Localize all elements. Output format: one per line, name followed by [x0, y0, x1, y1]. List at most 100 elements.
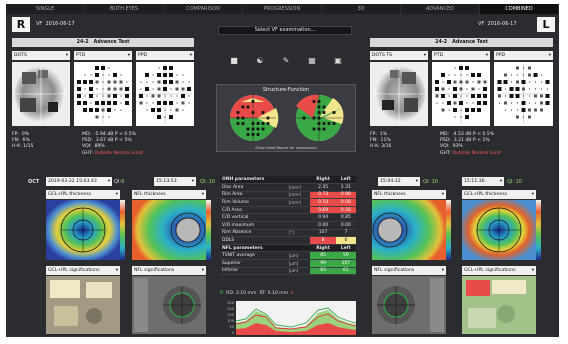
vf-point — [140, 81, 142, 83]
vf-point — [483, 87, 487, 91]
thickness-scale-4 — [536, 200, 541, 260]
vf-point — [521, 101, 526, 105]
vf-point — [521, 108, 526, 112]
vf-label-right: VF 2016-06-17 — [478, 21, 517, 27]
vf-point — [465, 66, 469, 70]
map-select-3[interactable]: NFL thickness — [372, 190, 446, 199]
vf-point — [120, 109, 122, 111]
onh-cell-l: 6 — [335, 236, 356, 245]
tab-combined[interactable]: COMBINED — [480, 4, 559, 14]
vf-date-left: 2016-06-17 — [45, 21, 75, 27]
profile-l-label: L — [291, 291, 294, 296]
dots-dropdown-right[interactable]: DOTS TS — [370, 51, 428, 60]
tab-3d[interactable]: 3D — [322, 4, 401, 14]
scan-time-right-a[interactable]: 15:04:32 — [378, 177, 420, 186]
sf-point — [246, 105, 250, 109]
vf-point — [504, 88, 507, 90]
vf-point — [187, 87, 191, 91]
sig-select-3[interactable]: NFL significations — [372, 266, 446, 275]
sf-point — [327, 122, 331, 125]
screen-icon[interactable]: ▣ — [333, 56, 343, 66]
onh-cell-l: 59 — [335, 251, 356, 261]
vf-point — [545, 101, 550, 105]
vf-point — [497, 80, 502, 84]
vf-point — [540, 94, 543, 98]
vf-point — [533, 73, 538, 77]
ptd-dropdown-right[interactable]: PTD — [432, 51, 490, 60]
vf-point — [471, 73, 475, 77]
vf-label-left: VF 2016-06-17 — [36, 21, 75, 27]
onh-cell-r: 0.00 — [310, 221, 336, 230]
tab-both-eyes[interactable]: BOTH EYES — [85, 4, 164, 14]
nfl-header-cell: Right — [310, 244, 336, 253]
profile-rd: RD: 3.10 mm — [226, 291, 257, 296]
oct-date-dropdown[interactable]: 2019-03-22 15:03:43 — [46, 177, 112, 186]
profile-y-axis: 250 200 150 100 50 0 — [220, 300, 234, 336]
vf-point — [157, 73, 161, 77]
sf-point — [322, 122, 326, 125]
edit-icon[interactable]: ✎ — [281, 56, 291, 66]
vf-point — [84, 74, 86, 76]
tab-comparison[interactable]: COMPARISON — [164, 4, 243, 14]
vf-point — [89, 80, 93, 84]
onh-cell-r: 107 — [310, 229, 336, 238]
ql-label: Ql: — [114, 179, 122, 185]
nfl-header-cell: Left — [335, 244, 356, 253]
vf-point — [102, 74, 104, 76]
vf-point — [102, 116, 104, 118]
map-select-2[interactable]: NFL thickness — [132, 190, 206, 199]
scan-time-left[interactable]: 15:13:53 — [154, 177, 196, 186]
sf-point — [302, 116, 306, 120]
map-select-4[interactable]: GCL+IPL thickness — [462, 190, 536, 199]
vf-point — [453, 80, 457, 84]
sig-select-2[interactable]: NFL significations — [132, 266, 206, 275]
vf-point — [182, 74, 184, 76]
tree-icon[interactable]: ☯ — [255, 56, 265, 66]
sf-point — [241, 116, 245, 120]
vf-point — [164, 109, 166, 111]
scan-time-right-b[interactable]: 15:11:36 — [462, 177, 504, 186]
dots-dropdown-left[interactable]: DOTS — [12, 51, 70, 60]
oct-label: OCT — [28, 179, 40, 185]
vf-point — [534, 94, 537, 98]
vf-point — [126, 81, 128, 83]
vf-point — [516, 102, 519, 104]
sf-point — [251, 100, 255, 103]
select-vf-button[interactable]: Select VF examination... — [218, 26, 352, 35]
ppd-dropdown-left[interactable]: PPD — [136, 51, 194, 60]
vf-point — [510, 74, 513, 76]
grid-icon[interactable]: ▦ — [307, 56, 317, 66]
vf-point — [113, 80, 117, 84]
vf-point — [119, 80, 123, 84]
vf-point — [102, 81, 104, 83]
vf-point — [515, 94, 520, 98]
nfl-header-cell: NFL parameters — [220, 244, 287, 253]
psd-value: PSD: 3.21 dB P < 1% — [440, 138, 490, 144]
ppd-dropdown-right[interactable]: PPD — [494, 51, 553, 60]
patient-icon[interactable]: ■ — [229, 56, 239, 66]
onh-cell-name: Inferior — [220, 267, 287, 276]
vf-point — [157, 80, 161, 84]
vf-point — [471, 94, 475, 98]
ptd-dropdown-left[interactable]: PTD — [74, 51, 132, 60]
vf-point — [157, 101, 161, 105]
vf-point — [483, 94, 487, 98]
tab-single[interactable]: SINGLE — [6, 4, 85, 14]
vf-point — [546, 88, 549, 90]
tab-progression[interactable]: PROGRESSION — [243, 4, 322, 14]
vf-point — [504, 73, 507, 77]
vf-point — [522, 74, 525, 76]
tab-advanced[interactable]: ADVANCED — [401, 4, 480, 14]
vf-point — [477, 73, 481, 77]
sig-select-4[interactable]: GCL+IPL significations — [462, 266, 536, 275]
sf-point — [241, 105, 245, 109]
vf-point — [441, 94, 445, 98]
vf-point — [170, 95, 172, 97]
vf-point — [145, 73, 149, 77]
vf-point — [101, 66, 105, 70]
scan-ql-right-a: Ql: 10 — [423, 179, 438, 185]
vf-point — [108, 74, 110, 76]
map-select-1[interactable]: GCL+IPL thickness — [46, 190, 120, 199]
sig-select-1[interactable]: GCL+IPL significations — [46, 266, 120, 275]
vf-point — [95, 80, 99, 84]
